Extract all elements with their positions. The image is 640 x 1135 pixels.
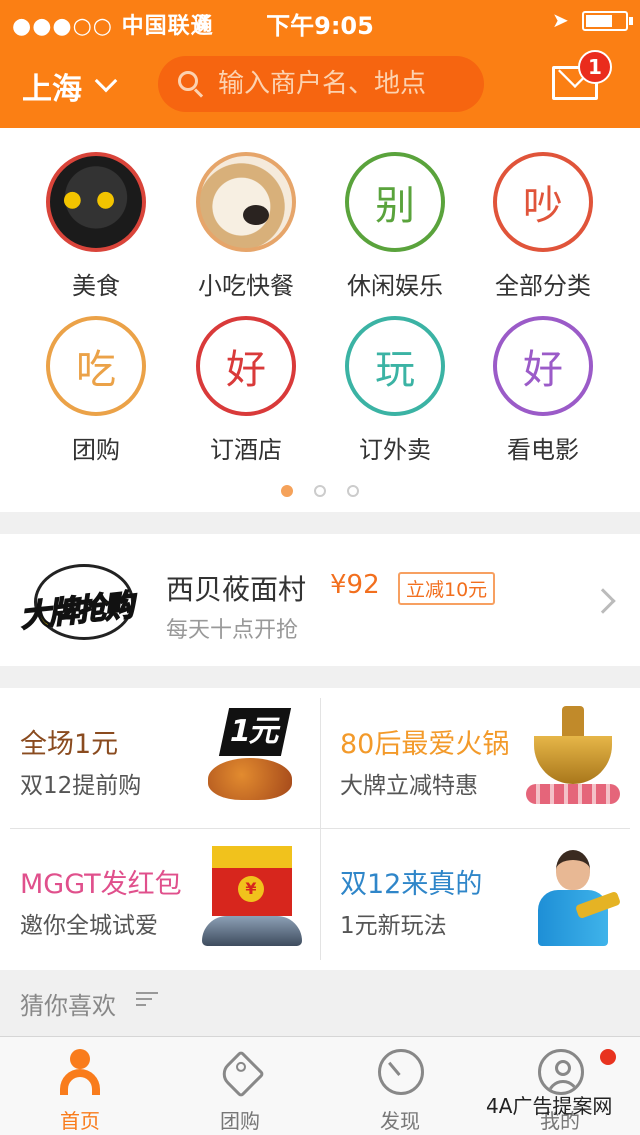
section-title: 猜你喜欢 — [20, 992, 116, 1020]
category-label: 看电影 — [507, 436, 579, 464]
promo-banner[interactable]: 大牌抢购 西贝莜面村 ¥92 立减10元 每天十点开抢 — [0, 534, 640, 666]
promo-subtitle: 每天十点开抢 — [166, 618, 299, 643]
guess-you-like-header: 猜你喜欢 — [0, 970, 640, 1028]
tag-icon — [216, 1047, 266, 1099]
hao-purple-icon: 好 — [493, 316, 593, 416]
home-icon — [56, 1047, 104, 1099]
category-grid: ●● 美食 小吃快餐 别 休闲娱乐 吵 全部分类 吃 团购 好 订酒店 玩 订外… — [0, 128, 640, 512]
category-all[interactable]: 吵 全部分类 — [468, 152, 618, 301]
red-envelope-car-image: ¥ — [202, 846, 302, 950]
watermark: 4A广告提案网 — [486, 1094, 613, 1118]
deal-card-hotpot[interactable]: 80后最爱火锅 大牌立减特惠 — [320, 688, 640, 828]
deals-grid: 全场1元 双12提前购 1元 80后最爱火锅 大牌立减特惠 MGGT发红包 邀你… — [0, 688, 640, 970]
chi-icon: 吃 — [46, 316, 146, 416]
deal-subtitle: 双12提前购 — [20, 773, 142, 799]
page-dot-3[interactable] — [347, 485, 360, 497]
category-label: 订外卖 — [359, 436, 431, 464]
tab-profile[interactable]: 我的 — [480, 1037, 640, 1135]
chevron-right-icon — [590, 588, 616, 614]
notification-dot — [600, 1049, 616, 1065]
chevron-down-icon — [94, 69, 118, 93]
status-time: 下午9:05 — [266, 12, 374, 40]
deal-card-1yuan[interactable]: 全场1元 双12提前购 1元 — [0, 688, 320, 828]
deal-title: 全场1元 — [20, 729, 119, 760]
message-badge: 1 — [578, 50, 612, 84]
category-label: 团购 — [72, 436, 120, 464]
tab-home[interactable]: 首页 — [0, 1037, 160, 1135]
battery-icon — [582, 11, 633, 31]
category-xiuxian[interactable]: 别 休闲娱乐 — [320, 152, 470, 301]
tab-bar: 首页 团购 发现 我的 — [0, 1036, 640, 1135]
promo-price: ¥92 — [330, 570, 380, 600]
deal-subtitle: 邀你全城试爱 — [20, 913, 158, 939]
category-hotel[interactable]: 好 订酒店 — [171, 316, 321, 465]
category-label: 小吃快餐 — [198, 272, 294, 300]
page-dot-1[interactable] — [280, 485, 293, 497]
list-icon — [136, 992, 158, 1006]
category-meishi[interactable]: ●● 美食 — [21, 152, 171, 301]
deal-subtitle: 大牌立减特惠 — [340, 773, 478, 799]
spokesperson-image — [522, 846, 622, 950]
hao-icon: 好 — [196, 316, 296, 416]
category-tuangou[interactable]: 吃 团购 — [21, 316, 171, 465]
flash-sale-logo: 大牌抢购 — [18, 558, 148, 646]
deal-title: 双12来真的 — [340, 869, 483, 900]
discover-icon — [376, 1047, 424, 1099]
discount-tag: 立减10元 — [398, 572, 496, 605]
city-selector[interactable]: 上海 — [22, 64, 118, 108]
dog-photo-icon — [196, 152, 296, 252]
deal-title: MGGT发红包 — [20, 869, 182, 900]
location-arrow-icon: ➤ — [552, 8, 569, 32]
promo-title: 西贝莜面村 — [166, 573, 307, 606]
search-bar[interactable] — [158, 56, 484, 112]
deal-subtitle: 1元新玩法 — [340, 913, 447, 939]
carousel-dots[interactable] — [0, 482, 640, 501]
deal-card-double12[interactable]: 双12来真的 1元新玩法 — [320, 828, 640, 968]
bie-icon: 别 — [345, 152, 445, 252]
search-icon — [176, 69, 206, 99]
tab-label: 首页 — [60, 1109, 100, 1133]
category-label: 休闲娱乐 — [347, 272, 443, 300]
category-takeout[interactable]: 玩 订外卖 — [320, 316, 470, 465]
category-label: 订酒店 — [210, 436, 282, 464]
wan-icon: 玩 — [345, 316, 445, 416]
category-movie[interactable]: 好 看电影 — [468, 316, 618, 465]
cat-photo-icon: ●● — [46, 152, 146, 252]
category-label: 全部分类 — [495, 272, 591, 300]
divider — [10, 828, 630, 829]
roast-turkey-image: 1元 — [202, 706, 302, 810]
search-input[interactable] — [218, 69, 468, 99]
tab-discover[interactable]: 发现 — [320, 1037, 480, 1135]
deal-title: 80后最爱火锅 — [340, 729, 510, 760]
tab-tuangou[interactable]: 团购 — [160, 1037, 320, 1135]
tab-label: 发现 — [380, 1109, 420, 1133]
deal-card-redpacket[interactable]: MGGT发红包 邀你全城试爱 ¥ — [0, 828, 320, 968]
status-bar: ●●●○○ 中国联通 ᯾ 下午9:05 ➤ — [0, 0, 640, 40]
top-bar: ●●●○○ 中国联通 ᯾ 下午9:05 ➤ 上海 1 — [0, 0, 640, 128]
hotpot-image — [522, 706, 622, 810]
divider — [320, 698, 321, 960]
category-xiaochi[interactable]: 小吃快餐 — [171, 152, 321, 301]
chao-icon: 吵 — [493, 152, 593, 252]
page-dot-2[interactable] — [314, 485, 326, 497]
city-label: 上海 — [22, 72, 82, 107]
tab-label: 团购 — [220, 1109, 260, 1133]
category-label: 美食 — [72, 272, 120, 300]
